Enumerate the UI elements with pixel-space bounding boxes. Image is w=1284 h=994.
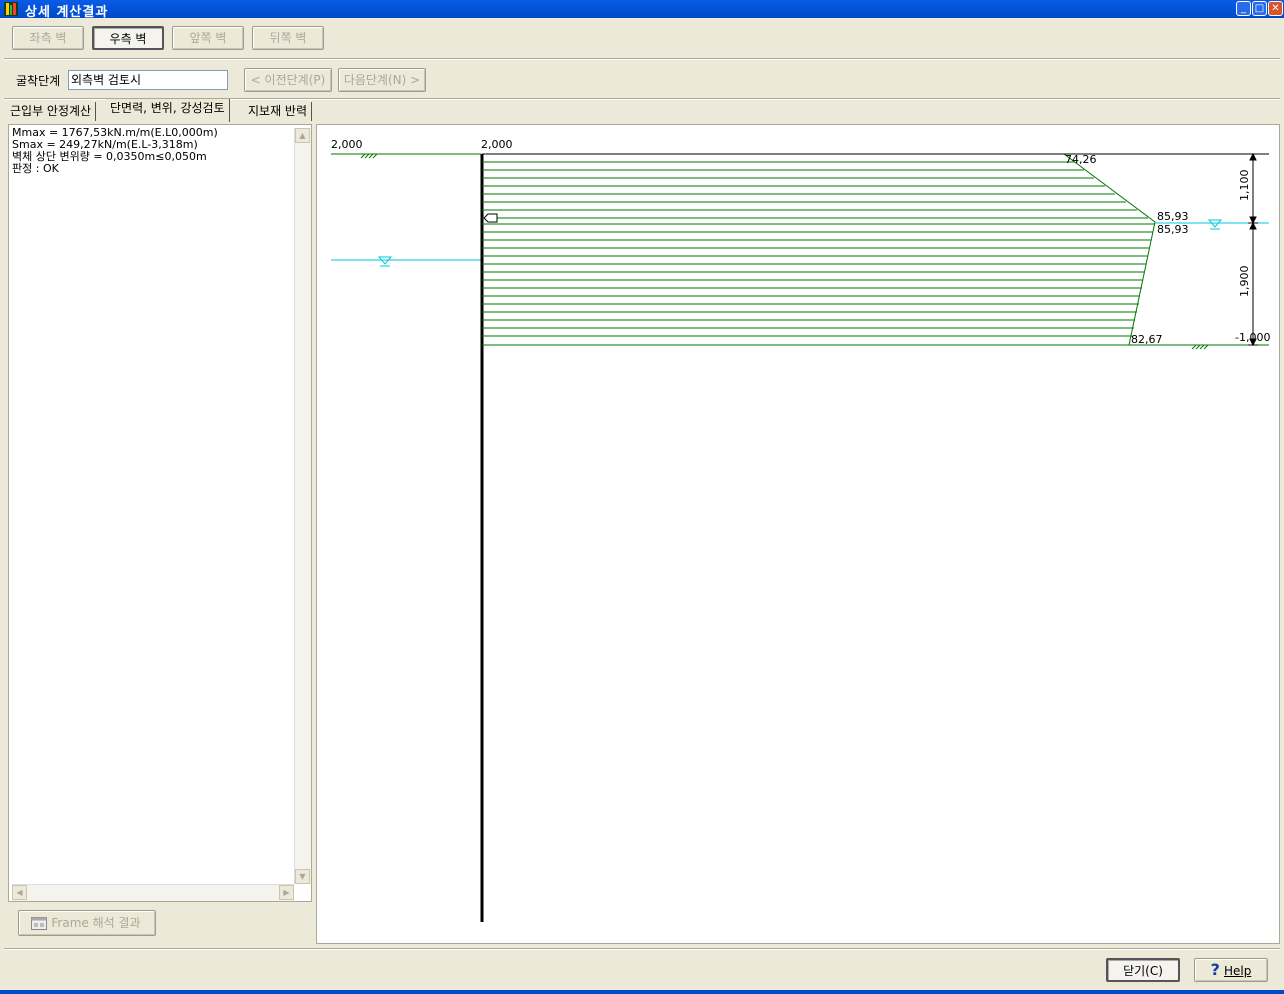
frame-result-icon [31, 917, 47, 930]
left-ground-hatch-icon [360, 153, 378, 159]
right-water-level-icon [1207, 219, 1223, 230]
earth-pressure-outline [482, 153, 1156, 346]
scroll-right-arrow-icon[interactable]: ▶ [279, 885, 294, 900]
close-window-button[interactable]: ✕ [1268, 1, 1283, 16]
next-stage-button[interactable]: 다음단계(N) > [338, 68, 426, 92]
front-wall-button[interactable]: 앞쪽 벽 [172, 26, 244, 50]
results-horizontal-scrollbar[interactable]: ◀ ▶ [12, 884, 294, 901]
separator [4, 948, 1280, 950]
results-list: Mmax = 1767,53kN.m/m(E.L0,000m) Smax = 2… [12, 127, 218, 175]
judgement-result: 판정 : OK [12, 162, 59, 175]
left-wall-button[interactable]: 좌측 벽 [12, 26, 84, 50]
help-button[interactable]: ? Help [1194, 958, 1268, 982]
prev-stage-button[interactable]: < 이전단계(P) [244, 68, 332, 92]
title-bar: 상세 계산결과 _ □ ✕ [0, 0, 1284, 20]
separator [4, 58, 1280, 60]
pressure-label-water-lower: 85,93 [1157, 223, 1189, 236]
earth-pressure-hatch [482, 161, 1155, 337]
tab-support-reaction[interactable]: 지보재 반력 [244, 102, 313, 121]
results-vertical-scrollbar[interactable]: ▲ ▼ [294, 128, 311, 884]
question-icon: ? [1210, 960, 1220, 979]
results-panel: Mmax = 1767,53kN.m/m(E.L0,000m) Smax = 2… [8, 124, 312, 902]
bottom-level-label: -1,000 [1235, 331, 1270, 344]
close-button[interactable]: 닫기(C) [1106, 958, 1180, 982]
wall-top-level-label: 2,000 [481, 138, 513, 151]
strut-arrow-icon [483, 213, 498, 223]
left-water-level-icon [377, 256, 393, 267]
tab-embedment-stability[interactable]: 근입부 안정계산 [6, 102, 97, 121]
pressure-label-water-upper: 85,93 [1157, 210, 1189, 223]
scroll-left-arrow-icon[interactable]: ◀ [12, 885, 27, 900]
dimension-upper-label: 1,100 [1238, 170, 1251, 202]
back-wall-button[interactable]: 뒤쪽 벽 [252, 26, 324, 50]
scroll-up-arrow-icon[interactable]: ▲ [295, 128, 310, 143]
stage-label: 굴착단계 [16, 74, 61, 88]
frame-analysis-button[interactable]: Frame 해석 결과 [18, 910, 156, 936]
diagram-panel: 2,000 2,000 74,26 85,93 85,93 82,67 1,10… [316, 124, 1280, 944]
right-wall-button[interactable]: 우측 벽 [92, 26, 164, 50]
scroll-down-arrow-icon[interactable]: ▼ [295, 869, 310, 884]
minimize-button[interactable]: _ [1236, 1, 1251, 16]
window-title: 상세 계산결과 [25, 5, 109, 20]
help-label: Help [1223, 964, 1252, 978]
maximize-button[interactable]: □ [1252, 1, 1267, 16]
window-bottom-border [0, 990, 1284, 994]
right-ground-hatch-icon [1191, 344, 1209, 350]
app-icon [4, 2, 18, 16]
left-ground-level-label: 2,000 [331, 138, 363, 151]
stage-field[interactable]: 외측벽 검토시 [68, 70, 228, 90]
tab-section-force[interactable]: 단면력, 변위, 강성검토 [106, 99, 230, 122]
dimension-lower-label: 1,900 [1238, 266, 1251, 298]
frame-analysis-label: Frame 해석 결과 [51, 916, 141, 930]
pressure-label-top: 74,26 [1065, 153, 1097, 166]
wall-diagram: 2,000 2,000 74,26 85,93 85,93 82,67 1,10… [331, 138, 1270, 922]
pressure-label-bottom: 82,67 [1131, 333, 1163, 346]
